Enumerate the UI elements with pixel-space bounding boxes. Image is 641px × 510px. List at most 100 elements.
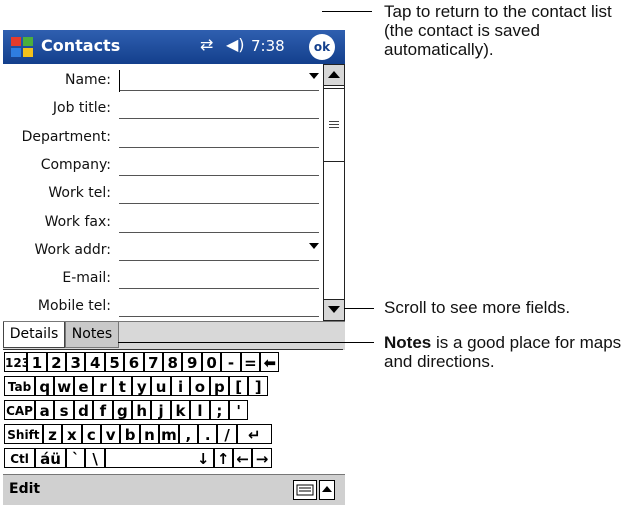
key[interactable]: ↵ [236,424,272,444]
field-input[interactable] [119,146,319,148]
key[interactable]: ` [66,448,86,468]
scroll-up-button[interactable] [324,64,344,86]
key[interactable]: f [93,400,113,420]
ok-button[interactable]: ok [309,34,335,60]
key[interactable]: ' [229,400,249,420]
field-input[interactable] [119,203,319,205]
key[interactable]: z [42,424,63,444]
key[interactable]: 8 [163,352,183,372]
key[interactable]: Ctl [4,448,36,468]
field-input[interactable] [119,118,319,120]
field-input[interactable] [119,316,319,318]
pocket-pc-screen: Contacts ⇄ ◀) 7:38 ok Name: Job title: Dep… [3,30,345,510]
field-row: Work addr: [3,236,323,264]
key[interactable]: ← [232,448,253,468]
key[interactable]: 5 [104,352,125,372]
key[interactable]: 123 [4,352,30,372]
key[interactable]: y [132,376,152,396]
key[interactable]: c [81,424,101,444]
key[interactable]: b [120,424,140,444]
key[interactable]: 7 [143,352,164,372]
key[interactable]: 1 [27,352,47,372]
key[interactable]: áü [35,448,67,468]
scroll-down-button[interactable] [324,299,344,321]
key[interactable]: r [93,376,113,396]
key[interactable]: 3 [66,352,86,372]
field-label: Work tel: [48,185,111,202]
key[interactable]: \ [85,448,105,468]
key[interactable]: Shift [4,424,43,444]
key[interactable]: v [101,424,121,444]
key[interactable]: = [240,352,261,372]
keyboard-icon[interactable] [293,480,317,500]
key[interactable]: Tab [4,376,36,396]
key[interactable]: j [151,400,171,420]
field-input[interactable] [119,174,319,176]
key[interactable]: → [252,448,272,468]
text-cursor [119,70,120,92]
key[interactable]: g [112,400,133,420]
key[interactable]: e [73,376,94,396]
key[interactable]: u [151,376,171,396]
key[interactable]: 2 [46,352,67,372]
field-input[interactable] [119,231,319,233]
key[interactable]: - [221,352,241,372]
key[interactable]: . [198,424,218,444]
key[interactable]: q [35,376,55,396]
key[interactable]: ↓ [104,448,214,468]
key[interactable]: a [35,400,55,420]
key[interactable]: [ [229,376,249,396]
key[interactable]: m [159,424,179,444]
field-row: Department: [3,123,323,151]
key[interactable]: ] [248,376,268,396]
field-label: Mobile tel: [37,298,111,315]
key[interactable]: h [132,400,152,420]
field-row: Mobile tel: [3,292,323,320]
key[interactable]: o [190,376,210,396]
callout-leader [344,308,374,309]
dropdown-arrow-icon[interactable] [309,73,319,79]
key[interactable]: 0 [201,352,222,372]
key[interactable]: / [217,424,237,444]
key[interactable]: CAP [4,400,36,420]
key[interactable]: n [139,424,160,444]
key[interactable]: w [54,376,74,396]
key[interactable]: ↑ [213,448,233,468]
key[interactable]: ⬅ [260,352,280,372]
field-label: Name: [64,72,111,88]
connectivity-icon[interactable]: ⇄ [200,35,213,54]
callout-leader [322,11,372,12]
field-row: Company: [3,151,323,179]
dropdown-arrow-icon[interactable] [309,242,319,249]
scroll-thumb[interactable] [324,88,344,162]
key[interactable]: i [170,376,191,396]
edit-menu[interactable]: Edit [9,481,40,497]
field-input[interactable] [119,288,319,290]
key[interactable]: d [73,400,94,420]
input-panel-arrow-icon[interactable] [319,480,335,500]
key[interactable]: x [62,424,82,444]
field-label: Department: [21,128,111,145]
key[interactable]: s [54,400,74,420]
tab-details[interactable]: Details [3,322,65,348]
key[interactable]: , [178,424,198,444]
key[interactable]: 9 [182,352,202,372]
arrow-up-icon [328,71,340,78]
key[interactable]: t [112,376,133,396]
windows-start-icon[interactable] [9,34,35,60]
key[interactable]: p [209,376,230,396]
field-input[interactable] [119,259,319,261]
field-input[interactable] [119,90,319,91]
field-label: Work addr: [34,241,111,258]
key[interactable]: k [170,400,191,420]
key[interactable]: l [190,400,210,420]
key[interactable]: 4 [85,352,105,372]
contact-fields: Name: Job title: Department: Company: Work t… [3,64,323,321]
app-title: Contacts [41,36,121,55]
key[interactable]: 6 [124,352,144,372]
volume-icon[interactable]: ◀) [226,35,245,54]
scrollbar[interactable] [323,64,345,321]
clock[interactable]: 7:38 [251,37,285,55]
tab-notes[interactable]: Notes [65,322,119,348]
key[interactable]: ; [209,400,230,420]
